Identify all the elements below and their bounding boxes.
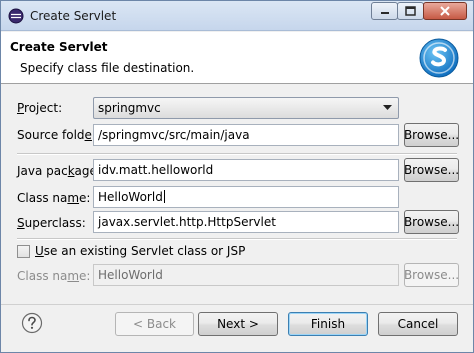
next-button[interactable]: Next > (198, 312, 278, 336)
create-servlet-dialog: Create Servlet Create Servlet Specify cl… (0, 0, 474, 353)
servlet-logo-icon (419, 38, 459, 78)
minimize-icon (380, 12, 389, 14)
existing-class-name-label: Class name: (17, 269, 91, 283)
java-package-browse-button[interactable]: Browse... (404, 158, 459, 182)
existing-class-browse-button: Browse... (404, 263, 459, 287)
back-button: < Back (115, 312, 194, 336)
project-label: Project: (17, 101, 63, 115)
source-folder-field[interactable]: /springmvc/src/main/java (93, 124, 399, 146)
superclass-label: Superclass: (17, 216, 86, 230)
use-existing-checkbox[interactable] (17, 245, 30, 258)
text-caret (163, 190, 165, 203)
separator (17, 238, 457, 240)
superclass-browse-button[interactable]: Browse... (404, 210, 459, 234)
banner-description: Specify class file destination. (20, 61, 195, 75)
superclass-field[interactable]: javax.servlet.http.HttpServlet (93, 211, 399, 233)
wizard-banner: Create Servlet Specify class file destin… (1, 32, 473, 84)
source-folder-label: Source folder: (17, 128, 101, 142)
java-package-label: Java package: (17, 164, 101, 178)
window-controls (371, 2, 467, 20)
window-title: Create Servlet (30, 9, 117, 23)
use-existing-label[interactable]: Use an existing Servlet class or JSP (35, 244, 245, 258)
chevron-down-icon (383, 105, 392, 110)
separator (17, 153, 457, 155)
close-icon (440, 6, 450, 16)
footer-separator (1, 304, 473, 305)
project-combo[interactable]: springmvc (93, 97, 399, 119)
project-value: springmvc (98, 101, 161, 115)
banner-title: Create Servlet (10, 40, 108, 54)
class-name-label: Class name: (17, 191, 91, 205)
class-name-value: HelloWorld (98, 190, 163, 204)
existing-class-name-field: HelloWorld (93, 264, 399, 286)
title-bar[interactable]: Create Servlet (1, 1, 473, 31)
finish-button[interactable]: Finish (288, 312, 368, 336)
maximize-button[interactable] (397, 2, 424, 20)
cancel-button[interactable]: Cancel (378, 312, 458, 336)
source-folder-browse-button[interactable]: Browse... (404, 123, 459, 147)
eclipse-icon (8, 8, 24, 24)
close-button[interactable] (423, 2, 467, 20)
java-package-field[interactable]: idv.matt.helloworld (93, 159, 399, 181)
help-icon[interactable] (21, 312, 43, 334)
maximize-icon (405, 6, 416, 16)
class-name-field[interactable]: HelloWorld (93, 186, 399, 208)
minimize-button[interactable] (371, 2, 398, 20)
